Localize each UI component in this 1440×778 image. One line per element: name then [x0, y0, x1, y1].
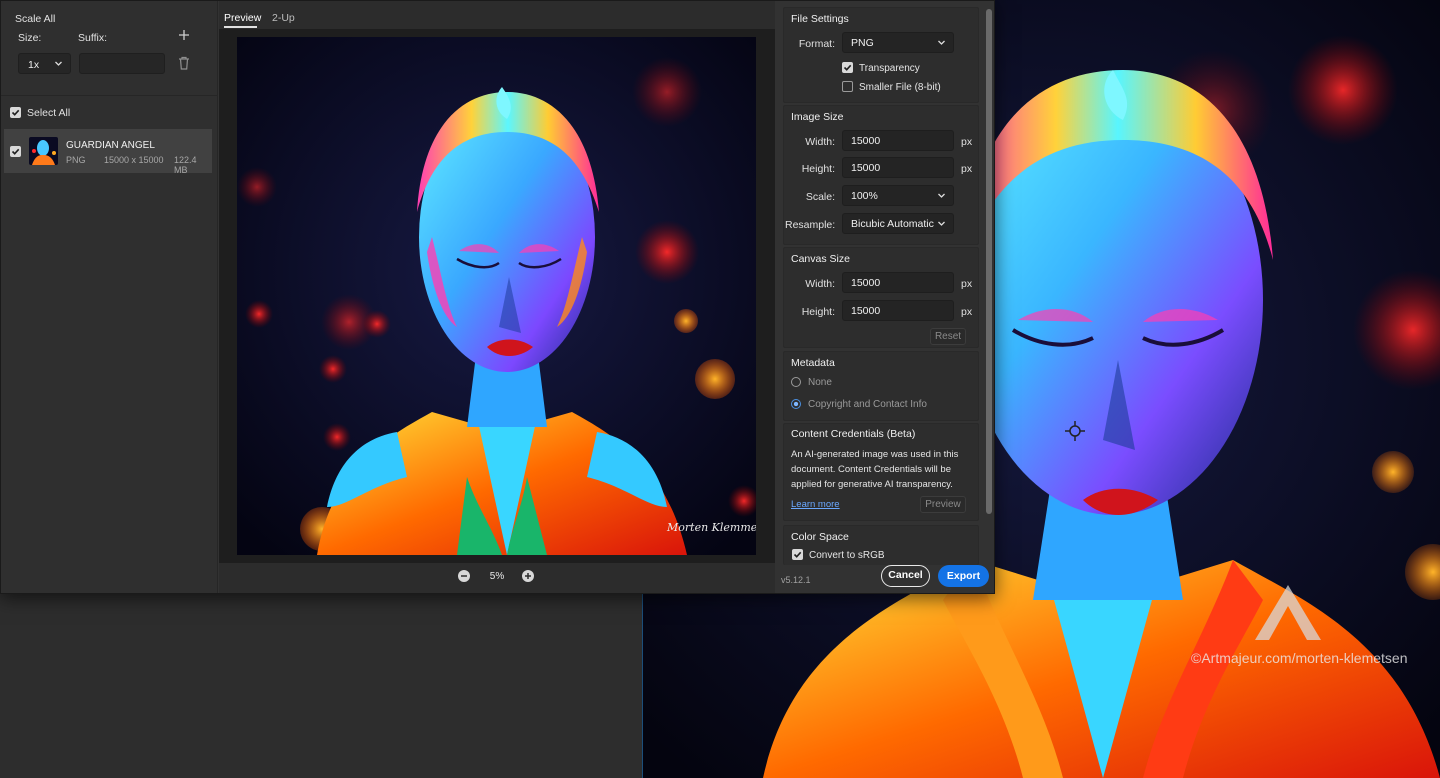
- asset-row[interactable]: GUARDIAN ANGEL PNG 15000 x 15000 122.4 M…: [4, 129, 212, 175]
- color-space-title: Color Space: [791, 531, 849, 543]
- zoom-out-icon[interactable]: [458, 570, 470, 582]
- image-width-label: Width:: [805, 136, 835, 148]
- reset-button[interactable]: Reset: [930, 328, 966, 345]
- canvas-width-input[interactable]: 15000: [842, 272, 954, 293]
- size-select[interactable]: 1x: [18, 53, 71, 74]
- asset-name: GUARDIAN ANGEL: [66, 140, 155, 151]
- metadata-copyright-radio[interactable]: [791, 399, 801, 409]
- size-select-value: 1x: [28, 59, 40, 71]
- transparency-checkbox[interactable]: [842, 62, 853, 73]
- metadata-title: Metadata: [791, 357, 835, 369]
- transparency-label: Transparency: [859, 63, 920, 74]
- tab-preview[interactable]: Preview: [224, 12, 261, 24]
- asset-thumbnail: [29, 137, 58, 165]
- image-height-label: Height:: [801, 163, 835, 175]
- select-all-label: Select All: [27, 107, 71, 119]
- canvas-size-title: Canvas Size: [791, 253, 850, 265]
- learn-more-link[interactable]: Learn more: [791, 499, 840, 510]
- scale-all-title: Scale All: [15, 13, 56, 25]
- cancel-button[interactable]: Cancel: [881, 565, 930, 587]
- content-credentials-text-3: applied for generative AI transparency.: [791, 479, 953, 490]
- canvas-height-label: Height:: [801, 306, 835, 318]
- asset-format: PNG: [66, 155, 86, 165]
- format-label: Format:: [798, 38, 835, 50]
- zoom-in-icon[interactable]: [522, 570, 534, 582]
- asset-checkbox[interactable]: [10, 146, 21, 157]
- content-credentials-title: Content Credentials (Beta): [791, 428, 916, 440]
- preview-image[interactable]: Morten Klemmetsen: [237, 37, 756, 555]
- asset-filesize: 122.4 MB: [174, 155, 197, 175]
- metadata-none-label: None: [808, 377, 832, 388]
- convert-srgb-checkbox[interactable]: [792, 549, 803, 560]
- canvas-width-unit: px: [961, 278, 973, 290]
- smaller-file-checkbox[interactable]: [842, 81, 853, 92]
- format-select-value: PNG: [851, 37, 874, 49]
- chevron-down-icon: [938, 40, 945, 45]
- size-label: Size:: [18, 32, 42, 44]
- image-width-input[interactable]: 15000: [842, 130, 954, 151]
- metadata-none-radio[interactable]: [791, 377, 801, 387]
- resample-select-value: Bicubic Automatic: [851, 218, 934, 230]
- divider: [1, 95, 218, 96]
- add-scale-icon[interactable]: [178, 29, 190, 41]
- content-credentials-text-2: document. Content Credentials will be: [791, 464, 952, 475]
- resample-select[interactable]: Bicubic Automatic: [842, 213, 954, 234]
- file-settings-title: File Settings: [791, 13, 849, 25]
- image-width-unit: px: [961, 136, 973, 148]
- content-credentials-text-1: An AI-generated image was used in this: [791, 449, 959, 460]
- chevron-down-icon: [938, 221, 945, 226]
- asset-list-panel: Scale All Size: Suffix: 1x Select All GU…: [1, 1, 218, 593]
- active-tab-indicator: [224, 26, 257, 28]
- format-select[interactable]: PNG: [842, 32, 954, 53]
- image-height-input[interactable]: 15000: [842, 157, 954, 178]
- credentials-preview-button[interactable]: Preview: [920, 496, 966, 513]
- smaller-file-label: Smaller File (8-bit): [859, 82, 941, 93]
- image-height-unit: px: [961, 163, 973, 175]
- watermark-text: ©Artmajeur.com/morten-klemetsen: [1191, 650, 1408, 666]
- convert-srgb-label: Convert to sRGB: [809, 550, 885, 561]
- preview-artwork: Morten Klemmetsen: [237, 37, 756, 555]
- chevron-down-icon: [938, 193, 945, 198]
- canvas-height-unit: px: [961, 306, 973, 318]
- artist-signature: Morten Klemmetsen: [666, 521, 756, 534]
- canvas-width-label: Width:: [805, 278, 835, 290]
- scale-label: Scale:: [805, 191, 835, 203]
- suffix-label: Suffix:: [78, 32, 107, 44]
- settings-scrollbar[interactable]: [986, 9, 992, 514]
- scale-select-value: 100%: [851, 190, 878, 202]
- asset-dimensions: 15000 x 15000: [104, 155, 164, 165]
- suffix-input[interactable]: [79, 53, 165, 74]
- scale-select[interactable]: 100%: [842, 185, 954, 206]
- image-size-title: Image Size: [791, 111, 844, 123]
- tab-2-up[interactable]: 2-Up: [272, 12, 295, 24]
- zoom-level: 5%: [489, 571, 505, 582]
- select-all-checkbox[interactable]: [10, 107, 21, 118]
- version-label: v5.12.1: [781, 575, 811, 585]
- canvas-height-input[interactable]: 15000: [842, 300, 954, 321]
- resample-label: Resample:: [785, 219, 836, 231]
- export-button[interactable]: Export: [938, 565, 989, 587]
- export-as-dialog: Scale All Size: Suffix: 1x Select All GU…: [0, 0, 995, 594]
- trash-icon[interactable]: [178, 56, 190, 70]
- chevron-down-icon: [55, 61, 62, 66]
- metadata-copyright-label: Copyright and Contact Info: [808, 399, 927, 410]
